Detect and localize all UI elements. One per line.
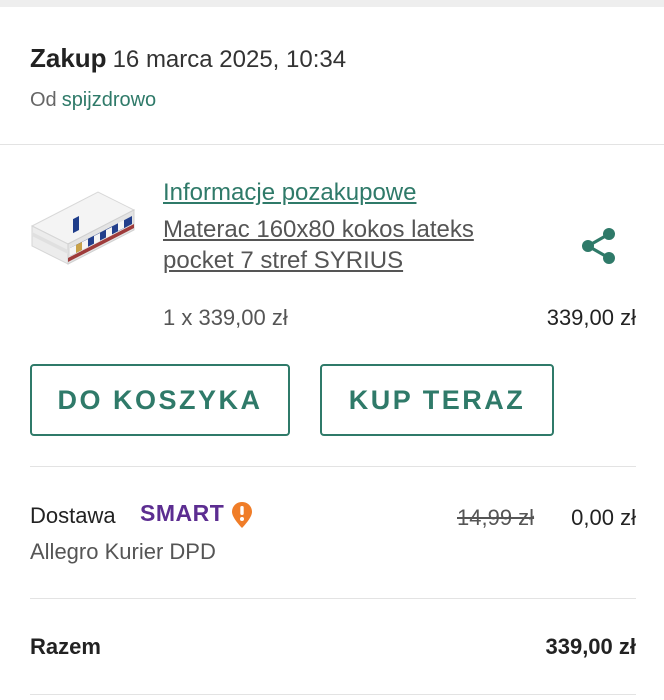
buy-now-button[interactable]: KUP TERAZ: [320, 364, 554, 436]
after-purchase-info-link[interactable]: Informacje pozakupowe: [163, 179, 416, 207]
seller-link[interactable]: spijzdrowo: [62, 89, 156, 111]
delivery-old-price: 14,99 zł: [457, 505, 535, 530]
share-button[interactable]: [578, 225, 620, 267]
divider: [0, 144, 664, 145]
purchase-title: Zakup: [30, 43, 107, 73]
smart-badge: SMART: [140, 500, 225, 526]
product-name-link[interactable]: Materac 160x80 kokos lateks pocket 7 str…: [163, 214, 543, 276]
line-total: 339,00 zł: [546, 305, 636, 330]
delivery-carrier: Allegro Kurier DPD: [30, 539, 216, 564]
top-strip: [0, 0, 664, 7]
delivery-label: Dostawa: [30, 503, 116, 528]
seller-line: Od spijzdrowo: [30, 89, 156, 112]
delivery-price: 0,00 zł: [571, 505, 636, 530]
purchase-date: 16 marca 2025, 10:34: [112, 46, 347, 73]
total-label: Razem: [30, 634, 101, 659]
quantity-price: 1 x 339,00 zł: [163, 305, 288, 330]
purchase-title-line: Zakup 16 marca 2025, 10:34: [30, 43, 346, 74]
divider: [30, 598, 636, 599]
add-to-cart-button[interactable]: DO KOSZYKA: [30, 364, 290, 436]
total-value: 339,00 zł: [545, 634, 636, 659]
divider: [30, 466, 636, 467]
mattress-image[interactable]: [28, 188, 138, 272]
divider: [30, 694, 636, 695]
purchase-header: Zakup 16 marca 2025, 10:34 Od spijzdrowo: [0, 7, 664, 144]
share-icon: [582, 228, 615, 264]
seller-prefix: Od: [30, 89, 57, 111]
smart-exclamation-icon: [231, 501, 253, 529]
